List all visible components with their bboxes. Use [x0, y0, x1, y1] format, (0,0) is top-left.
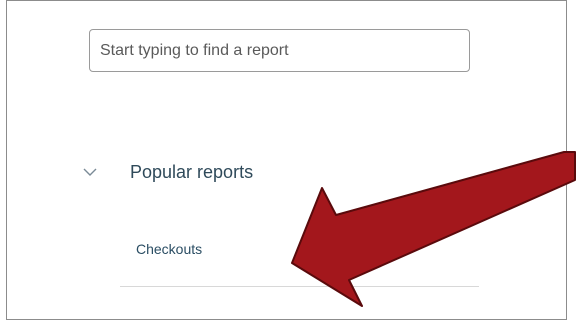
report-search-input[interactable] — [89, 29, 470, 72]
report-link-checkouts[interactable]: Checkouts — [136, 241, 202, 257]
list-divider — [120, 286, 479, 287]
section-title-popular-reports: Popular reports — [130, 161, 254, 182]
popular-reports-toggle[interactable]: Popular reports — [80, 152, 253, 192]
chevron-down-icon — [80, 162, 100, 182]
